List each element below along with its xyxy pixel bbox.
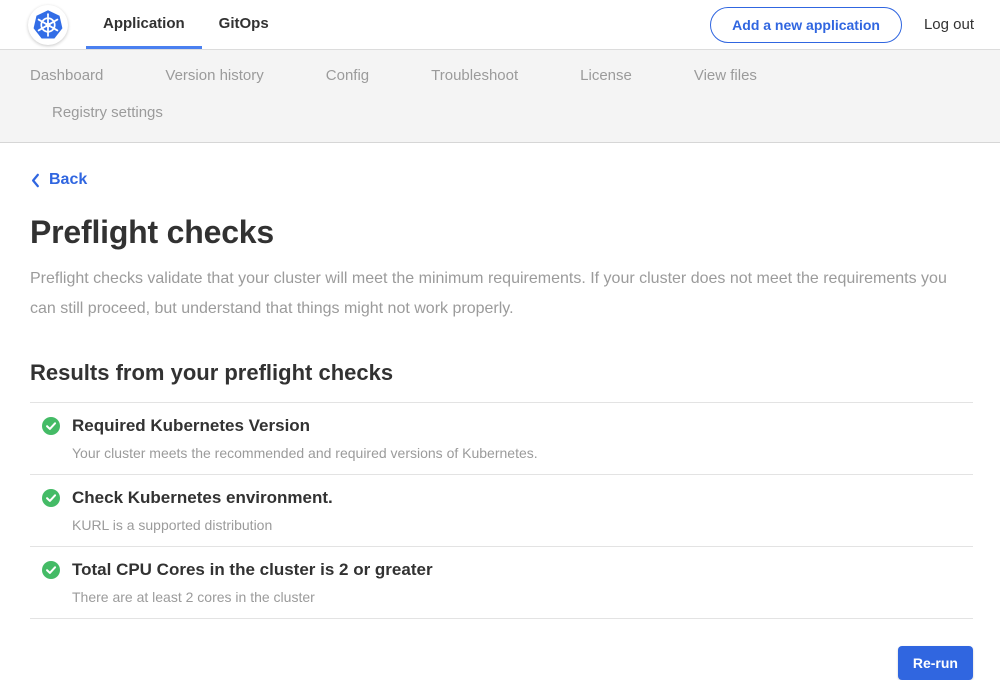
subnav-item-registry-settings[interactable]: Registry settings bbox=[52, 97, 163, 128]
sub-nav: Dashboard Version history Config Trouble… bbox=[0, 50, 1000, 143]
check-row-kubernetes-version: Required Kubernetes Version Your cluster… bbox=[30, 403, 973, 475]
top-nav: Application GitOps Add a new application… bbox=[0, 0, 1000, 50]
footer-actions: Re-run bbox=[30, 646, 973, 680]
check-title: Total CPU Cores in the cluster is 2 or g… bbox=[72, 560, 433, 580]
subnav-item-version-history[interactable]: Version history bbox=[165, 60, 263, 91]
check-title: Required Kubernetes Version bbox=[72, 416, 310, 436]
logout-button[interactable]: Log out bbox=[924, 16, 974, 33]
rerun-button[interactable]: Re-run bbox=[898, 646, 973, 680]
results-heading: Results from your preflight checks bbox=[30, 360, 973, 385]
back-chevron-icon bbox=[30, 173, 40, 188]
check-head: Required Kubernetes Version bbox=[42, 416, 973, 436]
top-nav-actions: Add a new application Log out bbox=[710, 7, 1000, 43]
subnav-row-1: Dashboard Version history Config Trouble… bbox=[30, 60, 970, 91]
back-link-label: Back bbox=[49, 171, 87, 189]
top-nav-tabs: Application GitOps bbox=[86, 0, 286, 49]
check-circle-icon bbox=[42, 417, 60, 435]
subnav-item-config[interactable]: Config bbox=[326, 60, 369, 91]
check-message: Your cluster meets the recommended and r… bbox=[72, 445, 973, 461]
tab-application[interactable]: Application bbox=[86, 0, 202, 49]
tab-gitops[interactable]: GitOps bbox=[202, 0, 286, 49]
main-content: Back Preflight checks Preflight checks v… bbox=[0, 143, 1000, 680]
app-logo bbox=[28, 5, 68, 45]
kubernetes-icon bbox=[32, 9, 64, 41]
page-title: Preflight checks bbox=[30, 214, 973, 251]
add-application-button[interactable]: Add a new application bbox=[710, 7, 902, 43]
check-message: There are at least 2 cores in the cluste… bbox=[72, 589, 973, 605]
check-circle-icon bbox=[42, 489, 60, 507]
subnav-item-troubleshoot[interactable]: Troubleshoot bbox=[431, 60, 518, 91]
check-message: KURL is a supported distribution bbox=[72, 517, 973, 533]
back-link[interactable]: Back bbox=[30, 171, 87, 189]
check-head: Total CPU Cores in the cluster is 2 or g… bbox=[42, 560, 973, 580]
check-row-kubernetes-environment: Check Kubernetes environment. KURL is a … bbox=[30, 475, 973, 547]
check-head: Check Kubernetes environment. bbox=[42, 488, 973, 508]
subnav-item-dashboard[interactable]: Dashboard bbox=[30, 60, 103, 91]
subnav-row-2: Registry settings bbox=[30, 97, 970, 128]
check-circle-icon bbox=[42, 561, 60, 579]
check-title: Check Kubernetes environment. bbox=[72, 488, 333, 508]
subnav-item-view-files[interactable]: View files bbox=[694, 60, 757, 91]
subnav-item-license[interactable]: License bbox=[580, 60, 632, 91]
check-row-cpu-cores: Total CPU Cores in the cluster is 2 or g… bbox=[30, 547, 973, 619]
page-subtitle: Preflight checks validate that your clus… bbox=[30, 264, 960, 324]
preflight-results-list: Required Kubernetes Version Your cluster… bbox=[30, 402, 973, 619]
